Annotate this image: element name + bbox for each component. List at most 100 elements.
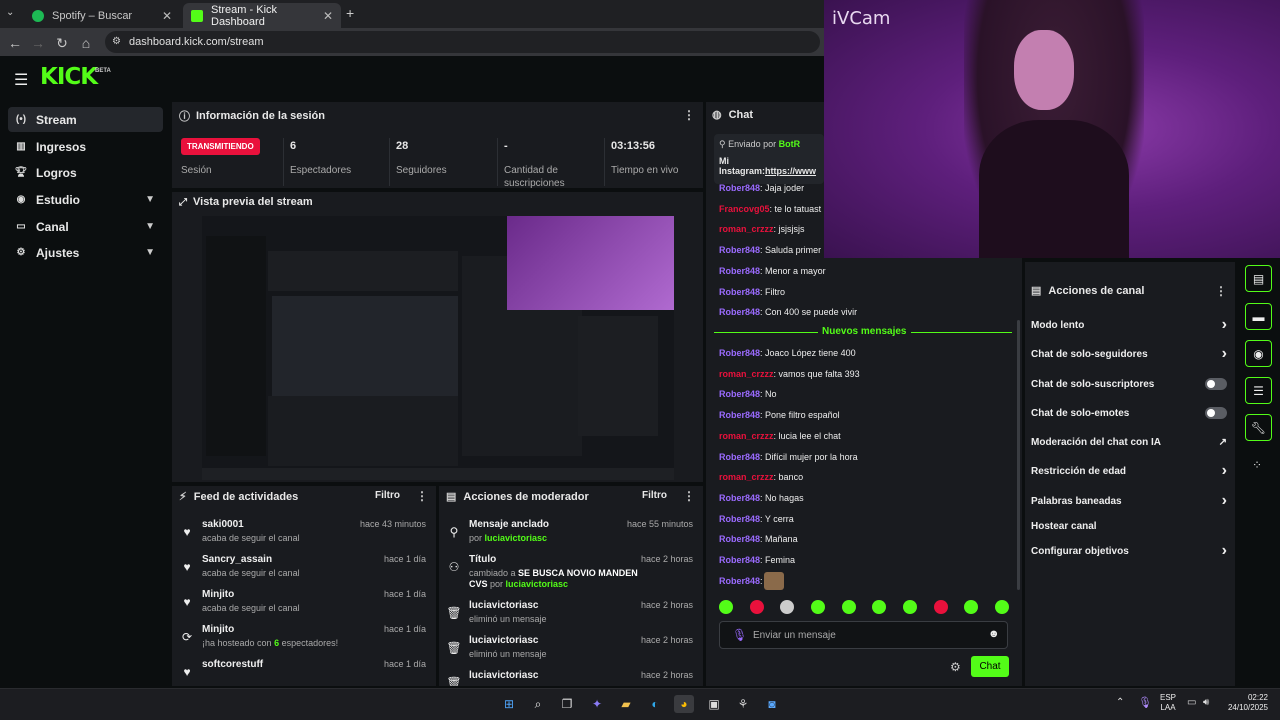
chat-message[interactable]: Rober848: No hagas [719,493,804,503]
channel-action-item[interactable]: Restricción de edad › [1031,462,1227,480]
mod-item[interactable]: ⚇ Título cambiado a SE BUSCA NOVIO MANDEN … [439,554,703,600]
more-icon[interactable]: ⋮ [416,489,428,503]
sidebar-item-ingresos[interactable]: ▥ Ingresos [8,134,163,159]
app-icon[interactable]: ⚘ [733,695,753,713]
chat-bubble-icon[interactable]: ▬ [1245,303,1272,330]
channel-action-item[interactable]: Modo lento › [1031,316,1227,334]
feed-item[interactable]: ♥ saki0001 acaba de seguir el canal hace 43… [172,519,436,554]
edge-icon[interactable]: ◐ [645,695,665,713]
chat-username[interactable]: Rober848 [719,287,760,297]
chat-message[interactable]: Rober848: Saluda primer [719,245,821,255]
chat-message[interactable]: roman_crzzz: banco [719,472,803,482]
sidebar-item-ajustes[interactable]: ⚙ Ajustes ▼ [8,240,163,265]
channel-action-item[interactable]: Moderación del chat con IA ↗ [1031,433,1227,451]
sidebar-item-stream[interactable]: (•) Stream [8,107,163,132]
ivcam-icon[interactable]: ◙ [762,695,782,713]
chat-username[interactable]: roman_crzzz [719,369,774,379]
chat-username[interactable]: roman_crzzz [719,472,774,482]
display-icon[interactable]: ▭ [1187,697,1196,708]
store-icon[interactable]: ▣ [704,695,724,713]
chat-message[interactable]: Rober848: Difícil mujer por la hora [719,452,858,462]
chat-message[interactable]: Rober848: Jaja joder [719,183,804,193]
toggle-switch[interactable] [1205,407,1227,419]
channel-action-item[interactable]: Palabras baneadas › [1031,492,1227,510]
emote-icon[interactable] [810,600,825,614]
broadcast-icon[interactable]: ◉ [1245,340,1272,367]
chat-username[interactable]: Rober848 [719,307,760,317]
channel-action-item[interactable]: Configurar objetivos › [1031,542,1227,560]
pinned-message[interactable]: ⚲ Enviado por BotR Mi Instagram:https://… [714,134,824,184]
reload-icon[interactable]: ↻ [54,35,70,52]
emote-icon[interactable] [964,600,979,614]
chat-username[interactable]: Rober848 [719,576,760,586]
chat-username[interactable]: roman_crzzz [719,431,774,441]
emote-icon[interactable] [902,600,917,614]
chat-username[interactable]: Rober848 [719,389,760,399]
back-icon[interactable]: ← [7,35,23,51]
home-icon[interactable]: ⌂ [78,35,94,51]
kick-logo[interactable]: KICK [40,64,98,90]
feed-item[interactable]: ♥ softcorestuff hace 1 día [172,659,436,686]
channel-action-item[interactable]: Chat de solo-emotes [1031,404,1227,422]
chat-username[interactable]: Francovg05 [719,204,770,214]
windows-start-icon[interactable]: ⊞ [499,695,519,713]
pinned-link[interactable]: https://www [765,166,816,176]
chat-scrollbar[interactable] [1017,320,1020,590]
chrome-icon[interactable]: ◕ [674,695,694,713]
list-panel-icon[interactable]: ☰ [1245,377,1272,404]
chat-message[interactable]: Rober848: [719,576,763,586]
chat-message[interactable]: roman_crzzz: lucia lee el chat [719,431,841,441]
tab-spotify[interactable]: Spotify – Buscar ✕ [24,3,180,28]
mic-icon[interactable]: 🎙︎ [732,628,747,642]
more-icon[interactable]: ⋮ [683,108,695,122]
url-field[interactable]: dashboard.kick.com/stream [105,31,820,53]
chat-message[interactable]: Rober848: Filtro [719,287,785,297]
chat-message[interactable]: Rober848: Con 400 se puede vivir [719,307,857,317]
chat-username[interactable]: Rober848 [719,348,760,358]
more-icon[interactable]: ⋮ [683,489,695,503]
close-icon[interactable]: ✕ [323,9,333,23]
chat-username[interactable]: Rober848 [719,514,760,524]
task-view-icon[interactable]: ❐ [557,695,577,713]
feed-item[interactable]: ♥ Minjito acaba de seguir el canal hace 1 d… [172,589,436,624]
sidebar-item-estudio[interactable]: ◉ Estudio ▼ [8,187,163,212]
feed-item[interactable]: ⟳ Minjito ¡ha hosteado con 6 espectadores!… [172,624,436,659]
mic-icon[interactable]: 🎙︎ [1138,696,1152,709]
channel-action-item[interactable]: Chat de solo-seguidores › [1031,345,1227,363]
chat-username[interactable]: Rober848 [719,493,760,503]
channel-action-item[interactable]: Hostear canal [1031,517,1227,535]
channel-action-item[interactable]: Chat de solo-suscriptores [1031,375,1227,393]
mod-item[interactable]: ⚲ Mensaje anclado por luciavictoriasc hace … [439,519,703,554]
chat-message[interactable]: Rober848: Femina [719,555,795,565]
chat-message[interactable]: Francovg05: te lo tatuast [719,204,821,214]
chat-message[interactable]: Rober848: Joaco López tiene 400 [719,348,856,358]
emote-icon[interactable] [872,600,887,614]
more-icon[interactable]: ⋮ [1215,284,1227,298]
feed-item[interactable]: ♥ Sancry_assain acaba de seguir el canal ha… [172,554,436,589]
forward-icon[interactable]: → [30,35,46,51]
mod-filter-button[interactable]: Filtro [642,490,667,501]
feed-filter-button[interactable]: Filtro [375,490,400,501]
new-tab-icon[interactable]: + [346,5,354,21]
tab-kick-dashboard[interactable]: Stream - Kick Dashboard ✕ [183,3,341,28]
chat-message[interactable]: roman_crzzz: jsjsjsjs [719,224,805,234]
chat-message[interactable]: Rober848: Menor a mayor [719,266,826,276]
tab-list-icon[interactable]: ⌄ [6,7,20,18]
mod-item[interactable]: 🗑︎ luciavictoriasc eliminó un mensaje hace … [439,600,703,635]
clock[interactable]: 02:22 24/10/2025 [1222,693,1268,713]
search-icon[interactable]: ⌕ [528,695,548,713]
chat-username[interactable]: Rober848 [719,245,760,255]
close-icon[interactable]: ✕ [162,9,172,23]
apps-icon[interactable]: ⁘ [1252,458,1262,472]
chat-username[interactable]: Rober848 [719,410,760,420]
emote-icon[interactable] [841,600,856,614]
menu-icon[interactable]: ☰ [14,70,28,90]
chat-send-button[interactable]: Chat [971,656,1009,677]
chevron-up-icon[interactable]: ⌃ [1116,697,1124,708]
language-indicator[interactable]: ESP LAA [1160,693,1176,713]
emote-icon[interactable] [719,600,733,614]
volume-icon[interactable]: 🔊︎ [1203,697,1209,708]
copilot-icon[interactable]: ✦ [587,695,607,713]
chat-message[interactable]: roman_crzzz: vamos que falta 393 [719,369,860,379]
emote-icon[interactable] [749,600,764,614]
